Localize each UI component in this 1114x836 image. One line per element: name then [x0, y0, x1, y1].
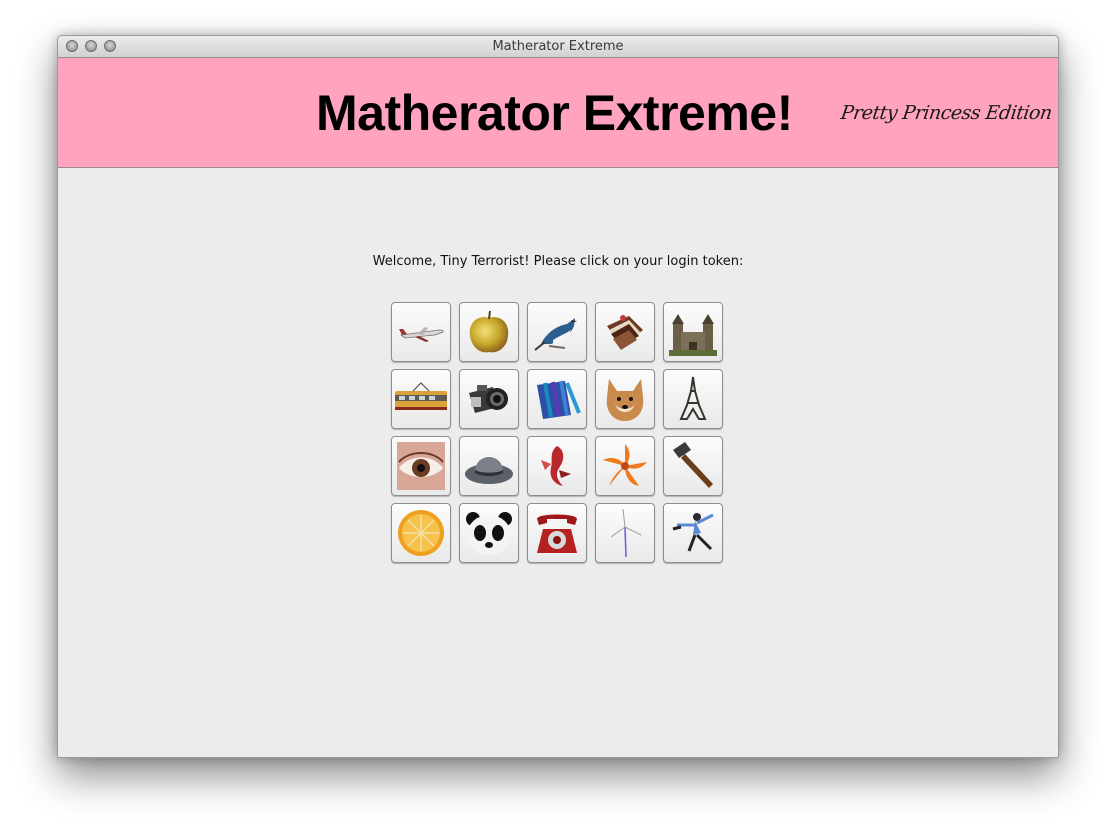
eiffel-tower-icon	[679, 376, 707, 420]
panda-icon	[466, 512, 512, 555]
token-tram-button[interactable]	[391, 369, 451, 429]
eye-icon	[397, 442, 445, 490]
token-apple-button[interactable]	[459, 302, 519, 362]
lily-flower-icon	[603, 444, 647, 486]
crayons-icon	[537, 380, 581, 419]
wind-turbine-icon	[610, 508, 642, 558]
orange-slice-icon	[398, 510, 444, 556]
token-castle-button[interactable]	[663, 302, 723, 362]
app-window: Matherator Extreme Matherator Extreme! P…	[57, 35, 1059, 758]
hammer-icon	[673, 442, 713, 488]
login-prompt: Welcome, Tiny Terrorist! Please click on…	[372, 254, 744, 269]
cake-icon	[607, 315, 643, 350]
login-token-grid	[391, 302, 725, 563]
token-lily-flower-button[interactable]	[595, 436, 655, 496]
fish-icon	[541, 446, 571, 486]
app-title: Matherator Extreme!	[316, 85, 793, 141]
telephone-icon	[537, 514, 577, 553]
header-banner: Matherator Extreme! Pretty Princess Edit…	[58, 58, 1058, 168]
token-skater-button[interactable]	[663, 503, 723, 563]
token-bird-button[interactable]	[527, 302, 587, 362]
title-bar[interactable]: Matherator Extreme	[58, 36, 1058, 58]
token-panda-button[interactable]	[459, 503, 519, 563]
token-eye-button[interactable]	[391, 436, 451, 496]
token-hammer-button[interactable]	[663, 436, 723, 496]
token-wind-turbine-button[interactable]	[595, 503, 655, 563]
hat-icon	[465, 457, 513, 484]
token-eiffel-tower-button[interactable]	[663, 369, 723, 429]
edition-subtitle: Pretty Princess Edition	[839, 102, 1054, 124]
dog-icon	[606, 379, 644, 421]
token-dog-button[interactable]	[595, 369, 655, 429]
token-airplane-button[interactable]	[391, 302, 451, 362]
token-cake-button[interactable]	[595, 302, 655, 362]
tram-icon	[395, 382, 447, 410]
token-orange-slice-button[interactable]	[391, 503, 451, 563]
token-telephone-button[interactable]	[527, 503, 587, 563]
bird-icon	[534, 318, 577, 351]
airplane-icon	[399, 327, 444, 342]
token-camera-button[interactable]	[459, 369, 519, 429]
window-title: Matherator Extreme	[492, 39, 624, 54]
castle-icon	[669, 314, 717, 356]
token-fish-button[interactable]	[527, 436, 587, 496]
skater-icon	[672, 513, 714, 552]
token-hat-button[interactable]	[459, 436, 519, 496]
camera-icon	[469, 385, 508, 413]
token-crayons-button[interactable]	[527, 369, 587, 429]
apple-icon	[469, 310, 509, 353]
